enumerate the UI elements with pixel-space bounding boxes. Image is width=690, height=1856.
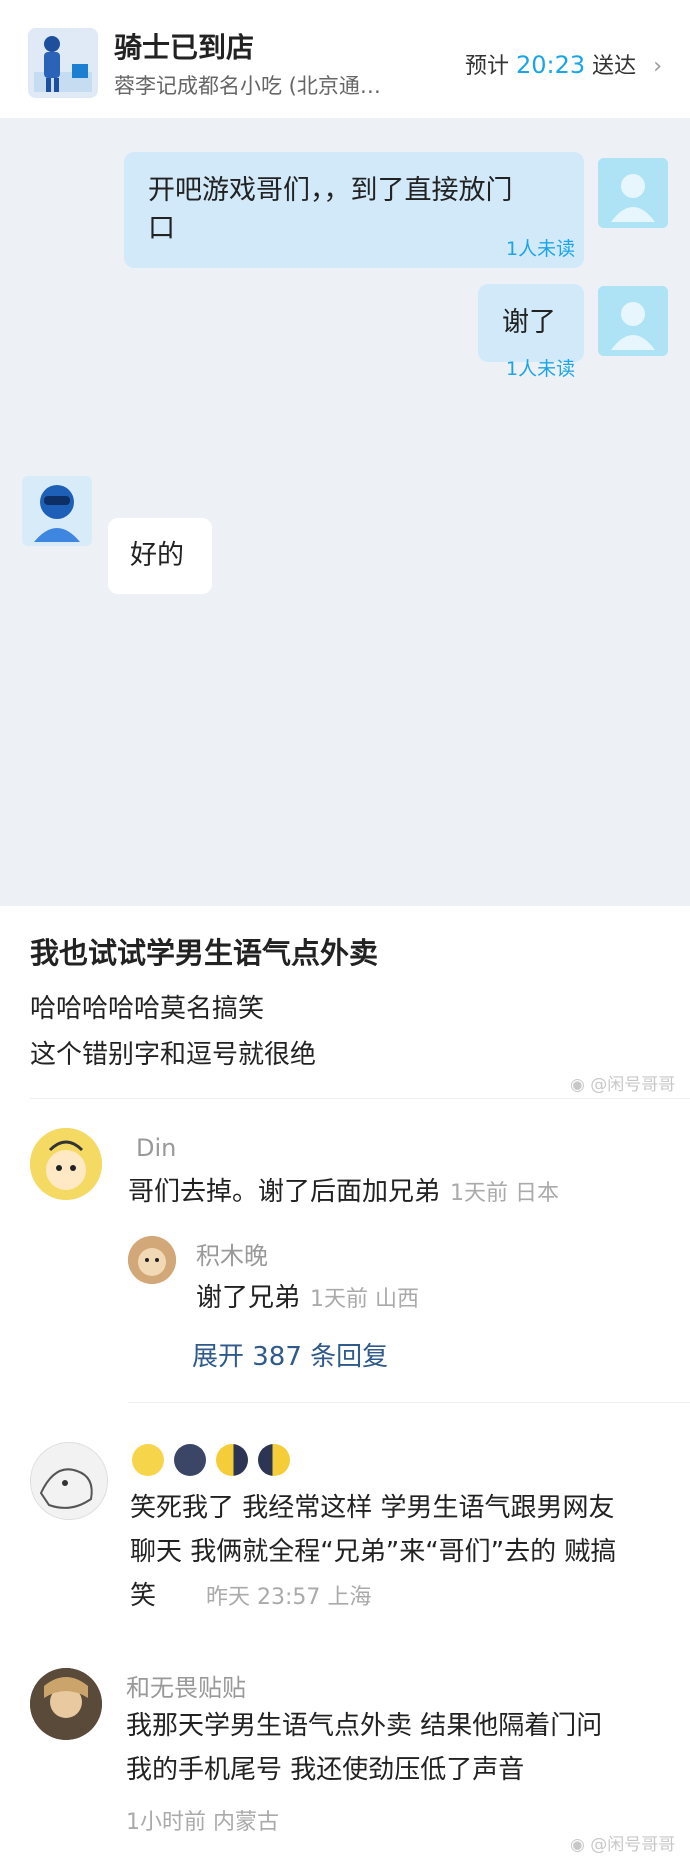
weibo-logo-icon: ◉ (570, 1835, 585, 1855)
comment-text: 我那天学男生语气点外卖 结果他隔着门问 我的手机尾号 我还使劲压低了声音 (126, 1704, 602, 1792)
comment-meta: 昨天 23:57 上海 (206, 1585, 372, 1610)
eta-suffix: 送达 (592, 54, 637, 79)
watermark-text: @闲号哥哥 (590, 1075, 676, 1095)
moon-emoji-icon (174, 1444, 206, 1476)
screenshot-page: 骑士已到店 蓉李记成都名小吃 (北京通… 预计 20:23 送达 › 开吧游戏哥… (0, 0, 690, 1856)
comment-body: 哥们去掉。谢了后面加兄弟 (128, 1177, 441, 1207)
chat-bubble-outgoing[interactable]: 谢了 (478, 284, 584, 362)
reply-text: 谢了兄弟 1天前 山西 (196, 1276, 419, 1322)
rider-avatar-icon (28, 28, 98, 98)
sun-emoji-icon (132, 1444, 164, 1476)
divider (30, 1098, 690, 1099)
comment-line: 聊天 我俩就全程“兄弟”来“哥们”去的 贼搞 (130, 1537, 617, 1567)
message-line: 好的 (130, 540, 184, 571)
comment-meta: 1天前 日本 (450, 1181, 560, 1206)
comment-meta: 1小时前 内蒙古 (126, 1810, 279, 1835)
comment-line: 我的手机尾号 我还使劲压低了声音 (126, 1755, 525, 1785)
user-avatar-icon[interactable] (598, 286, 668, 356)
commenter-avatar[interactable] (30, 1668, 102, 1740)
unread-status: 1人未读 (506, 358, 576, 380)
post-line: 这个错别字和逗号就很绝 (30, 1040, 317, 1070)
order-status-header[interactable]: 骑士已到店 蓉李记成都名小吃 (北京通… 预计 20:23 送达 › (0, 0, 690, 118)
divider (128, 1402, 690, 1403)
commenter-avatar[interactable] (30, 1128, 102, 1200)
chat-bubble-incoming[interactable]: 好的 (108, 518, 212, 594)
commenter-name[interactable]: 和无畏贴贴 (126, 1668, 246, 1703)
comment-line: 笑 (130, 1581, 157, 1611)
restaurant-name: 蓉李记成都名小吃 (北京通… (114, 74, 381, 98)
eta-time: 20:23 (516, 51, 586, 79)
post-line: 哈哈哈哈哈莫名搞笑 (30, 994, 265, 1024)
expand-replies-link[interactable]: 展开 387 条回复 (192, 1336, 388, 1373)
weibo-logo-icon: ◉ (570, 1075, 585, 1095)
comment-text: 哥们去掉。谢了后面加兄弟 1天前 日本 (128, 1170, 559, 1216)
user-avatar-icon[interactable] (598, 158, 668, 228)
reply-name[interactable]: 积木晚 (196, 1236, 268, 1271)
chat-area[interactable]: 开吧游戏哥们，，到了直接放门 口 1人未读 谢了 1人未读 好的 (0, 118, 690, 906)
comment-line-last: 笑 昨天 23:57 上海 (130, 1574, 616, 1620)
moon-emoji-icon (216, 1444, 248, 1476)
weibo-watermark: ◉ @闲号哥哥 (570, 1830, 675, 1855)
order-status-title: 骑士已到店 (114, 31, 255, 64)
message-line: 口 (148, 213, 175, 244)
comment-text: 笑死我了 我经常这样 学男生语气跟男网友 聊天 我俩就全程“兄弟”来“哥们”去的… (130, 1486, 616, 1620)
message-line: 谢了 (502, 307, 556, 338)
rider-chat-avatar-icon[interactable] (22, 476, 92, 546)
eta-text[interactable]: 预计 20:23 送达 › (465, 48, 662, 80)
weibo-watermark: ◉ @闲号哥哥 (570, 1070, 675, 1095)
commenter-name[interactable]: Din (136, 1134, 176, 1162)
chevron-right-icon: › (653, 54, 662, 79)
message-line: 开吧游戏哥们，，到了直接放门 (148, 175, 513, 206)
reply-avatar[interactable] (128, 1236, 176, 1284)
unread-status: 1人未读 (506, 238, 576, 260)
comment-line: 我那天学男生语气点外卖 结果他隔着门问 (126, 1711, 603, 1741)
reply-meta: 1天前 山西 (310, 1287, 420, 1312)
watermark-text: @闲号哥哥 (590, 1835, 676, 1855)
commenter-avatar[interactable] (30, 1442, 108, 1520)
moon-emoji-icon (258, 1444, 290, 1476)
comment-line: 笑死我了 我经常这样 学男生语气跟男网友 (130, 1493, 615, 1523)
reply-body: 谢了兄弟 (196, 1283, 301, 1313)
post-title: 我也试试学男生语气点外卖 (30, 936, 379, 970)
eta-prefix: 预计 (464, 54, 509, 79)
